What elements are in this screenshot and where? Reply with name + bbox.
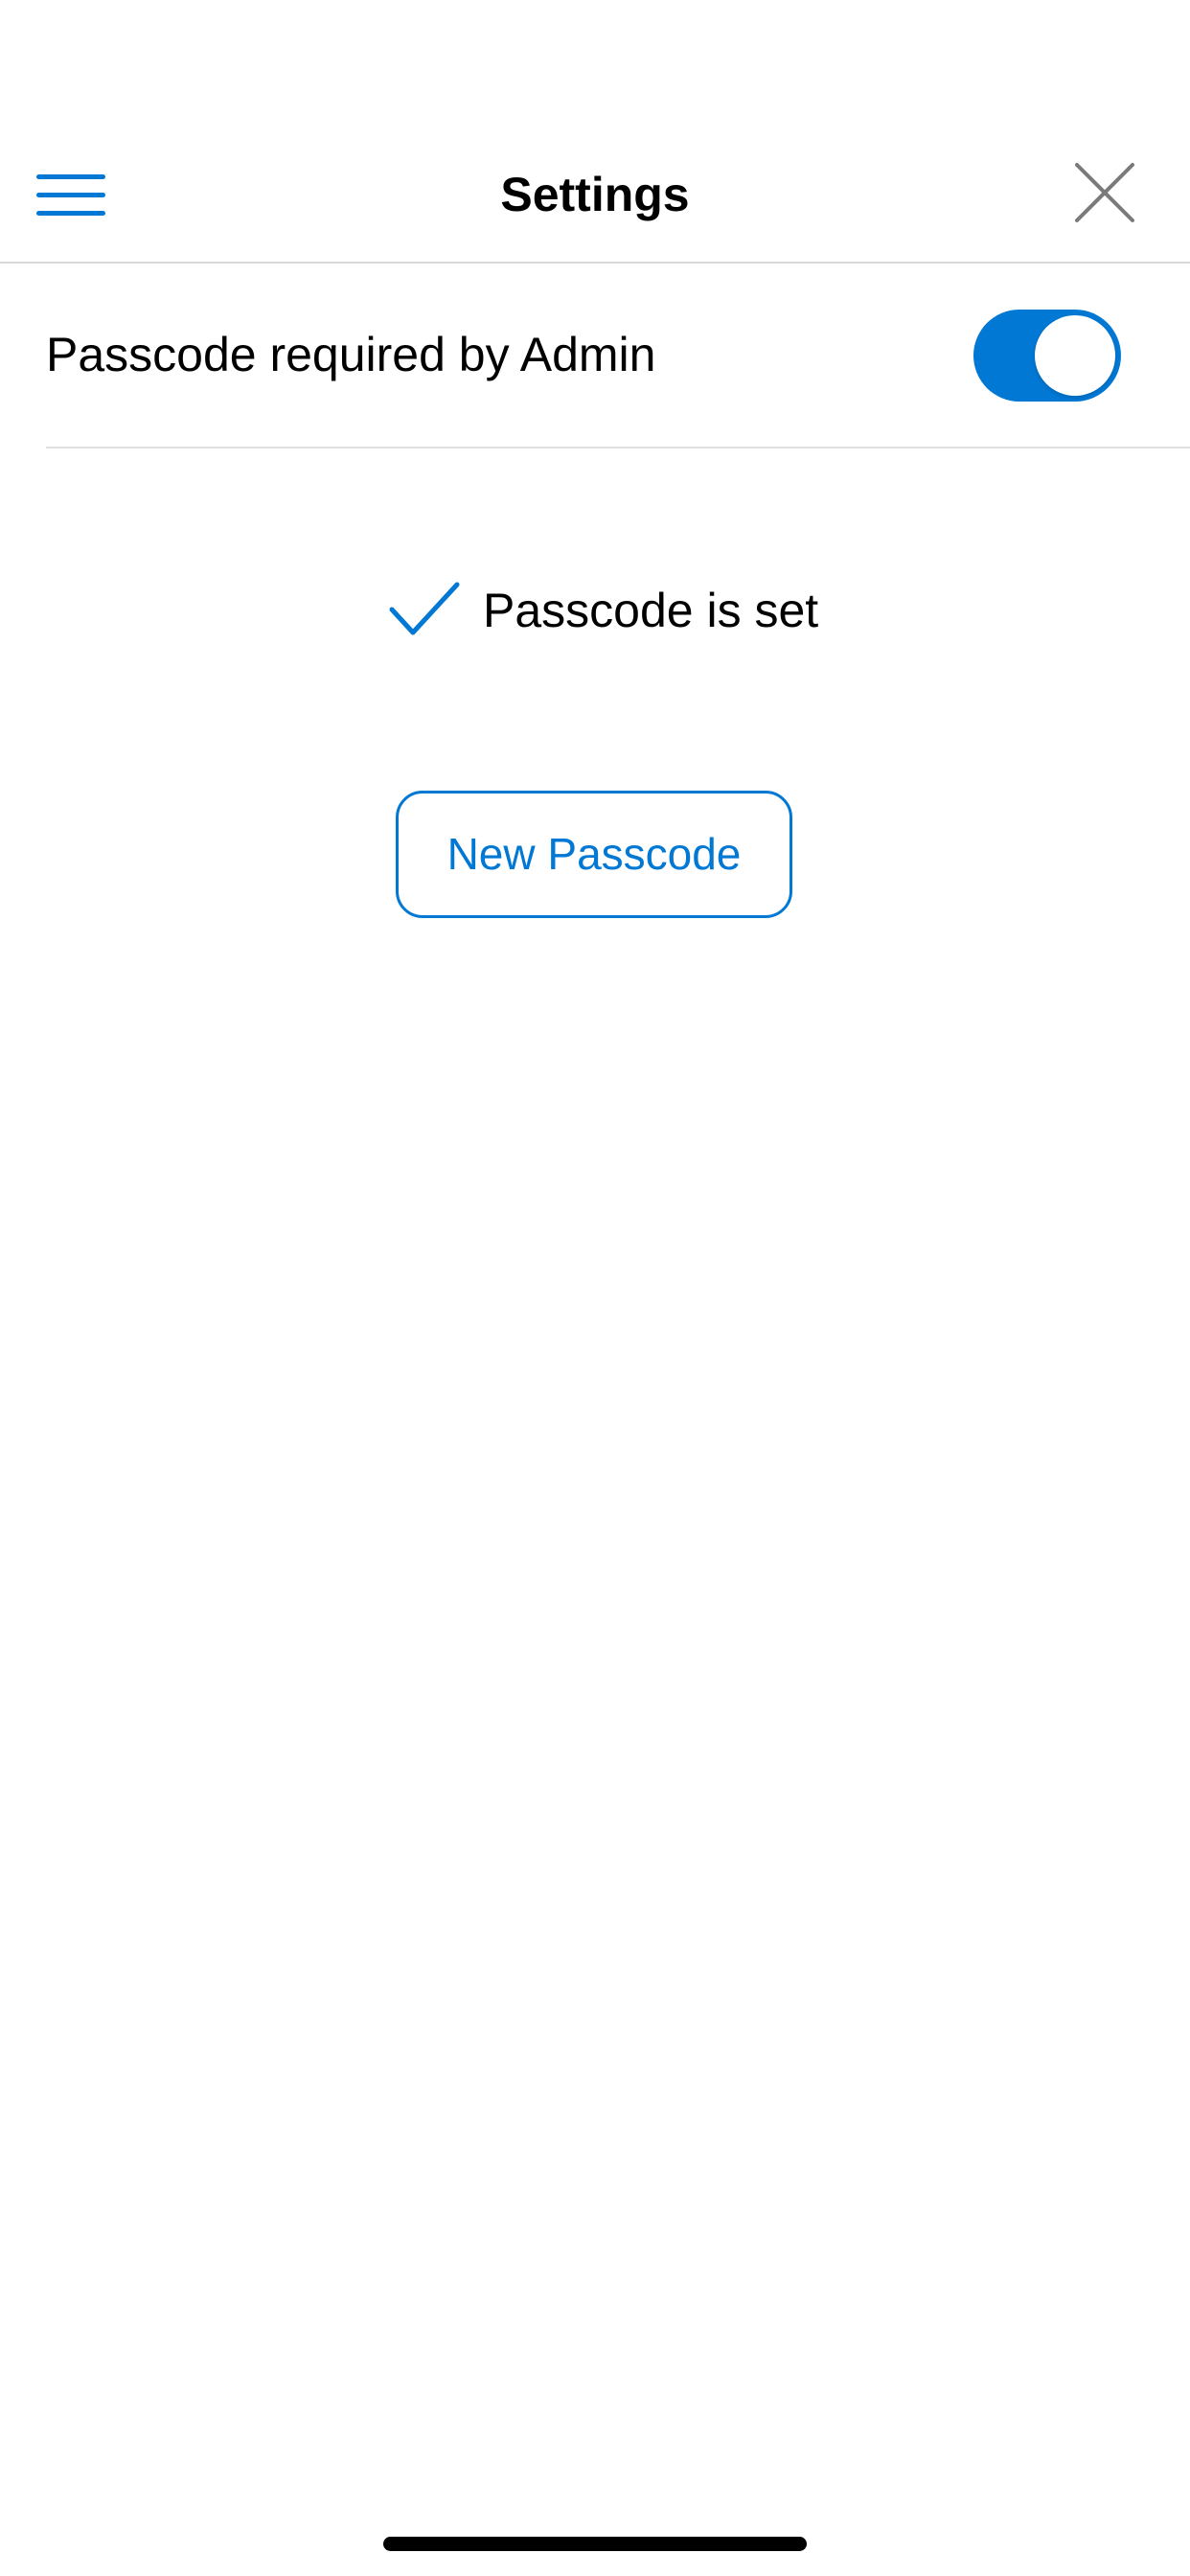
home-indicator[interactable] xyxy=(383,2537,807,2551)
passcode-required-row: Passcode required by Admin xyxy=(46,264,1190,448)
header-bar: Settings xyxy=(0,0,1190,264)
passcode-status: Passcode is set xyxy=(0,575,1190,652)
page-title: Settings xyxy=(500,168,690,221)
close-button[interactable] xyxy=(1073,161,1136,224)
passcode-required-label: Passcode required by Admin xyxy=(46,328,656,381)
new-passcode-button[interactable]: New Passcode xyxy=(396,791,792,918)
checkmark-icon xyxy=(388,581,461,640)
passcode-status-text: Passcode is set xyxy=(483,584,819,637)
toggle-knob xyxy=(1035,315,1115,396)
close-icon xyxy=(1073,161,1136,224)
passcode-required-toggle[interactable] xyxy=(973,310,1121,402)
